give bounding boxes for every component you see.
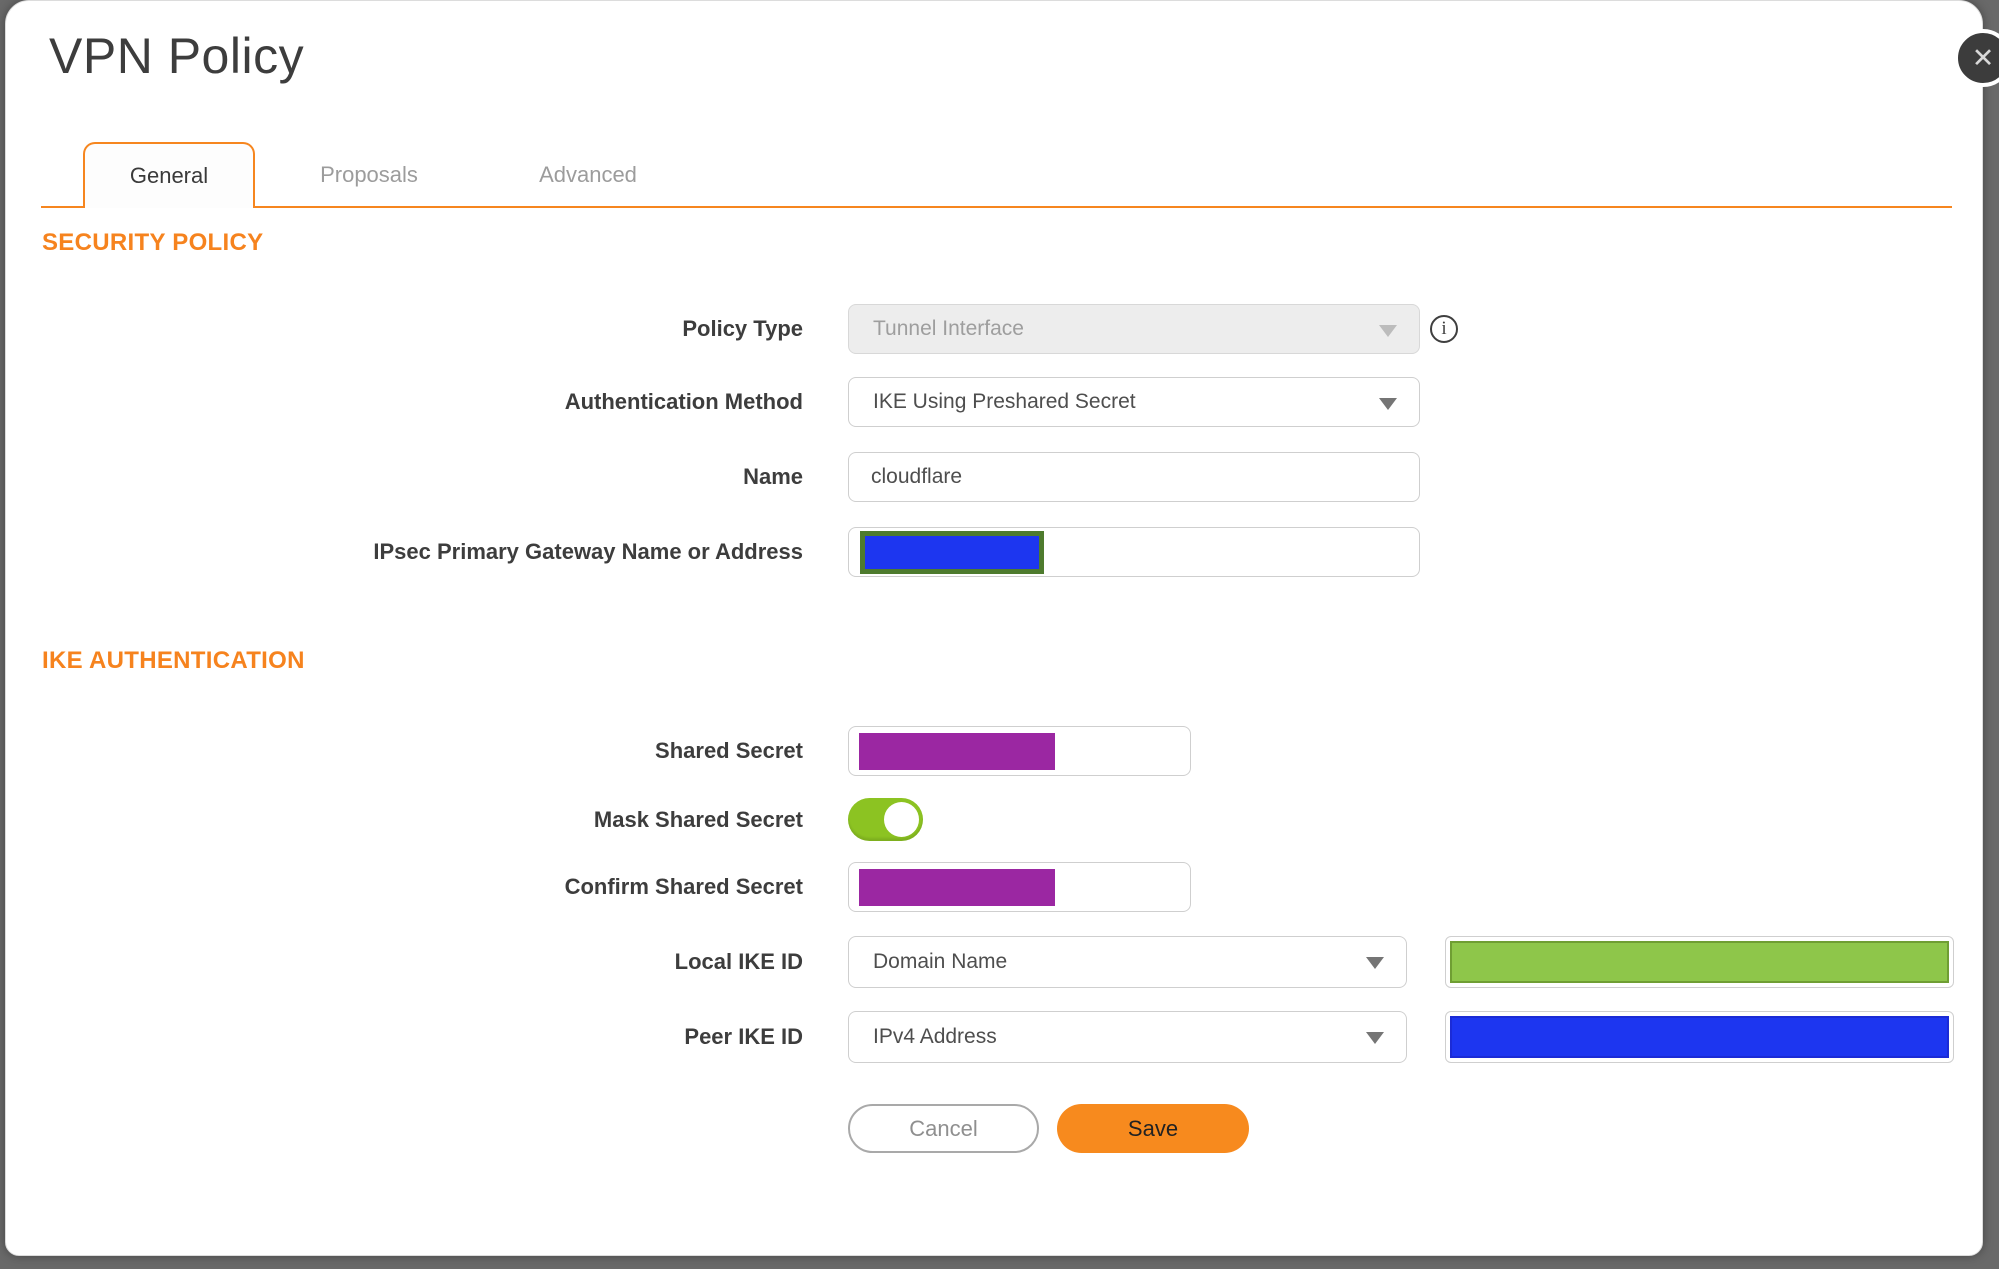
chevron-down-icon (1379, 398, 1397, 410)
shared-secret-row: Shared Secret (6, 726, 1984, 776)
shared-secret-label: Shared Secret (655, 738, 803, 763)
name-label: Name (743, 464, 803, 489)
info-icon[interactable]: i (1430, 315, 1458, 343)
save-button[interactable]: Save (1057, 1104, 1249, 1153)
peer-ike-id-type-value: IPv4 Address (873, 1025, 997, 1048)
policy-type-label: Policy Type (682, 316, 803, 341)
confirm-shared-secret-row: Confirm Shared Secret (6, 862, 1984, 912)
local-ike-id-select[interactable]: Domain Name (848, 936, 1407, 988)
local-ike-id-type-value: Domain Name (873, 950, 1008, 973)
authentication-method-select[interactable]: IKE Using Preshared Secret (848, 377, 1420, 427)
mask-shared-secret-label: Mask Shared Secret (593, 806, 803, 832)
tab-general-label: General (129, 163, 209, 188)
tab-proposals[interactable]: Proposals (303, 142, 435, 208)
page-title: VPN Policy (49, 28, 305, 84)
tab-bar: General Proposals Advanced (41, 142, 1952, 208)
tab-advanced-label: Advanced (539, 162, 637, 187)
chevron-down-icon (1379, 325, 1397, 337)
gateway-label: IPsec Primary Gateway Name or Address (373, 539, 803, 564)
local-ike-id-value-input[interactable] (1445, 936, 1954, 988)
authentication-method-value: IKE Using Preshared Secret (873, 390, 1136, 413)
mask-shared-secret-row: Mask Shared Secret (6, 798, 1984, 841)
chevron-down-icon (1366, 1032, 1384, 1044)
confirm-shared-secret-redacted-value (859, 869, 1055, 906)
policy-type-select: Tunnel Interface (848, 304, 1420, 354)
gateway-input[interactable] (848, 527, 1420, 577)
authentication-method-label: Authentication Method (564, 389, 803, 414)
local-ike-id-redacted-value (1450, 941, 1949, 983)
local-ike-id-label: Local IKE ID (674, 949, 803, 974)
toggle-knob (884, 802, 919, 837)
mask-shared-secret-toggle[interactable] (848, 798, 923, 841)
name-row: Name (6, 452, 1984, 502)
local-ike-id-row: Local IKE ID Domain Name (6, 936, 1984, 988)
peer-ike-id-select[interactable]: IPv4 Address (848, 1011, 1407, 1063)
vpn-policy-dialog: VPN Policy General Proposals Advanced SE… (5, 0, 1983, 1256)
policy-type-value: Tunnel Interface (873, 317, 1024, 340)
shared-secret-redacted-value (859, 733, 1055, 770)
dialog-actions: Cancel Save (6, 1104, 1984, 1153)
confirm-shared-secret-input[interactable] (848, 862, 1191, 912)
cancel-button[interactable]: Cancel (848, 1104, 1039, 1153)
peer-ike-id-value-input[interactable] (1445, 1011, 1954, 1063)
security-policy-heading: SECURITY POLICY (42, 229, 264, 256)
shared-secret-input[interactable] (848, 726, 1191, 776)
gateway-redacted-value (860, 531, 1044, 574)
ike-authentication-heading: IKE AUTHENTICATION (42, 647, 305, 674)
authentication-method-row: Authentication Method IKE Using Preshare… (6, 377, 1984, 427)
gateway-row: IPsec Primary Gateway Name or Address (6, 527, 1984, 577)
tab-general[interactable]: General (83, 142, 255, 208)
peer-ike-id-row: Peer IKE ID IPv4 Address (6, 1011, 1984, 1063)
tab-advanced[interactable]: Advanced (522, 142, 654, 208)
confirm-shared-secret-label: Confirm Shared Secret (564, 874, 803, 899)
peer-ike-id-label: Peer IKE ID (684, 1024, 803, 1049)
name-input[interactable] (848, 452, 1420, 502)
peer-ike-id-redacted-value (1450, 1016, 1949, 1058)
chevron-down-icon (1366, 957, 1384, 969)
tab-proposals-label: Proposals (320, 162, 418, 187)
modal-backdrop: VPN Policy General Proposals Advanced SE… (0, 0, 1999, 1269)
policy-type-row: Policy Type Tunnel Interface i (6, 304, 1984, 354)
